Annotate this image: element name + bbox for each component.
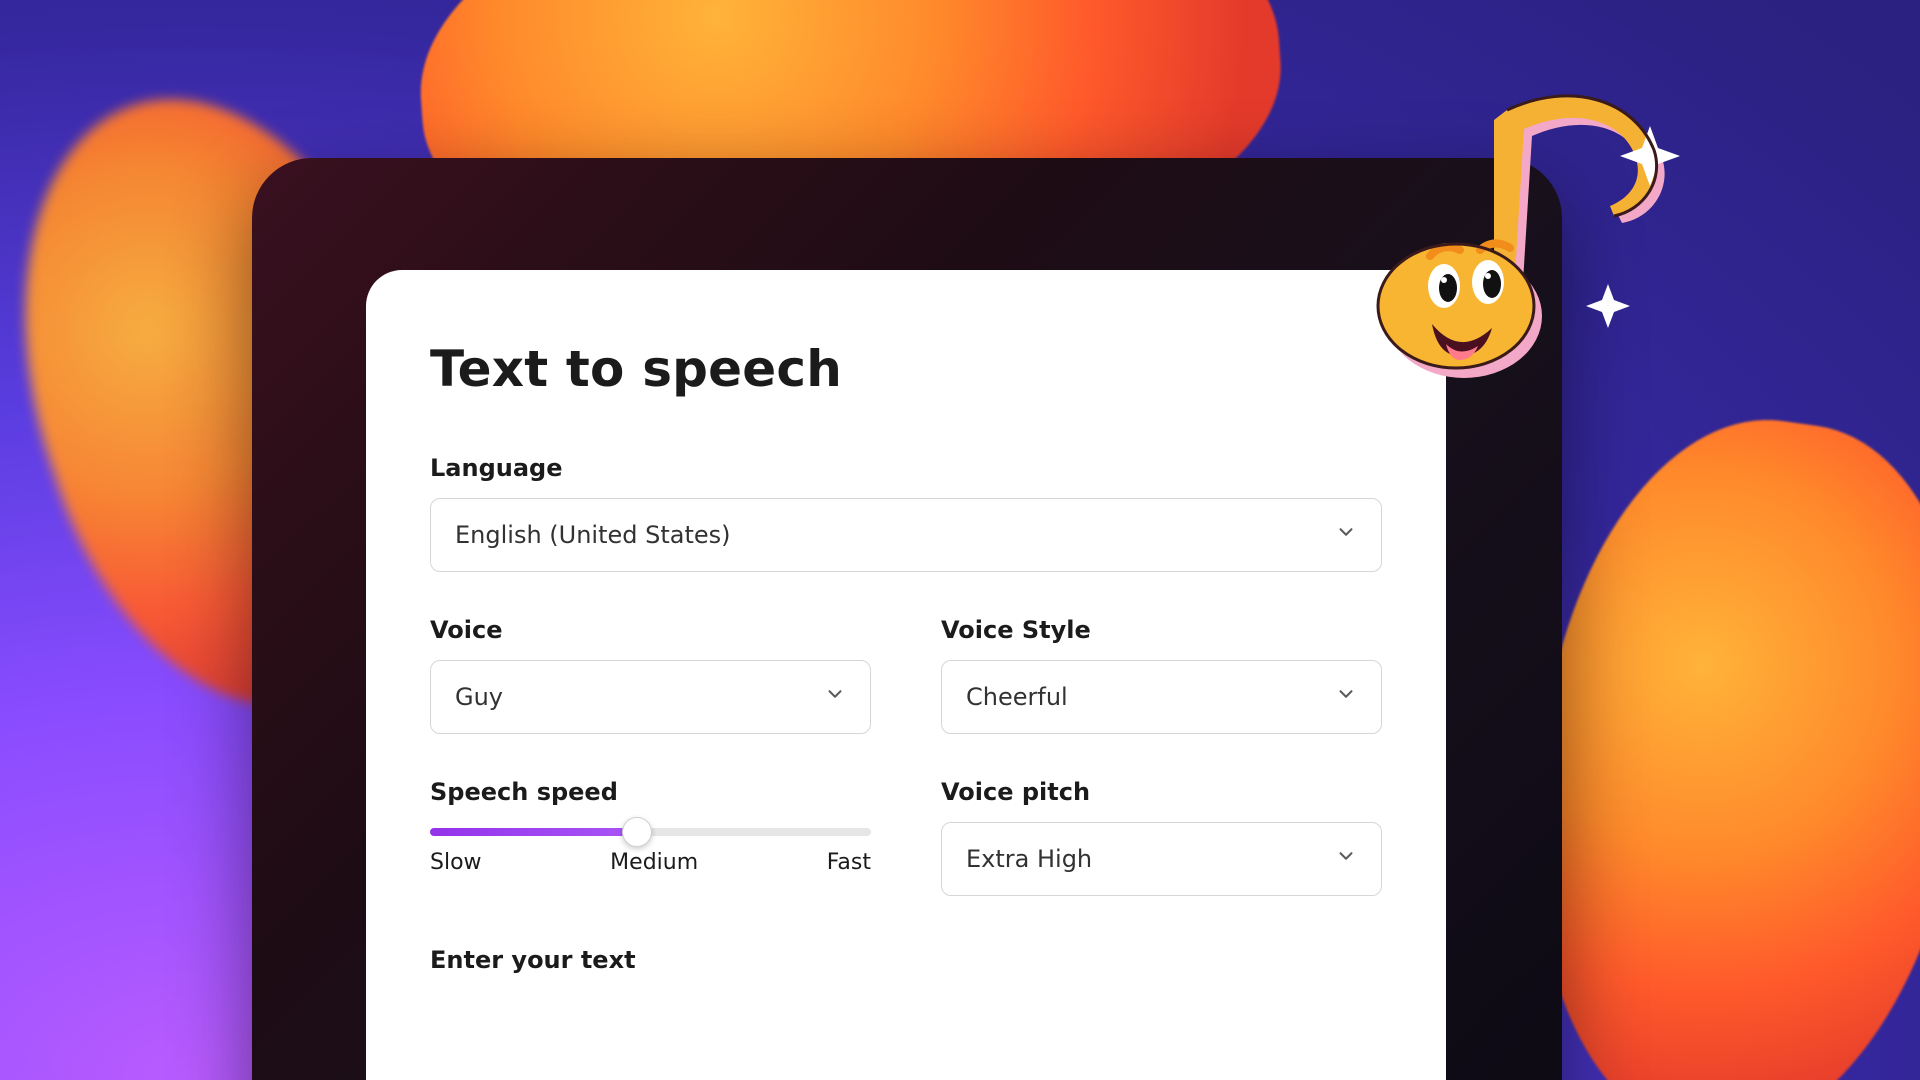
voice-field: Voice Guy (430, 616, 871, 734)
slider-tick-fast: Fast (827, 850, 871, 875)
voice-style-value: Cheerful (966, 683, 1068, 711)
voice-style-select[interactable]: Cheerful (941, 660, 1382, 734)
voice-value: Guy (455, 683, 503, 711)
voice-style-field: Voice Style Cheerful (941, 616, 1382, 734)
slider-tick-slow: Slow (430, 850, 482, 875)
speech-speed-label: Speech speed (430, 778, 871, 806)
voice-style-label: Voice Style (941, 616, 1382, 644)
background-stage: Text to speech Language English (United … (0, 0, 1920, 1080)
page-title: Text to speech (430, 340, 1382, 398)
slider-tick-medium: Medium (610, 850, 698, 875)
chevron-down-icon (1335, 845, 1357, 873)
enter-text-field: Enter your text (430, 946, 1382, 974)
slider-thumb[interactable] (622, 817, 652, 847)
voice-pitch-value: Extra High (966, 845, 1092, 873)
chevron-down-icon (824, 683, 846, 711)
voice-label: Voice (430, 616, 871, 644)
enter-text-label: Enter your text (430, 946, 1382, 974)
device-frame: Text to speech Language English (United … (252, 158, 1562, 1080)
language-field: Language English (United States) (430, 454, 1382, 572)
voice-pitch-select[interactable]: Extra High (941, 822, 1382, 896)
slider-tick-labels: Slow Medium Fast (430, 850, 871, 875)
tts-panel: Text to speech Language English (United … (366, 270, 1446, 1080)
slider-fill (430, 828, 637, 836)
language-select[interactable]: English (United States) (430, 498, 1382, 572)
chevron-down-icon (1335, 521, 1357, 549)
language-label: Language (430, 454, 1382, 482)
voice-pitch-label: Voice pitch (941, 778, 1382, 806)
voice-pitch-field: Voice pitch Extra High (941, 778, 1382, 896)
voice-select[interactable]: Guy (430, 660, 871, 734)
speech-speed-slider[interactable] (430, 828, 871, 836)
speech-speed-field: Speech speed Slow Medium Fast (430, 778, 871, 896)
language-value: English (United States) (455, 521, 731, 549)
chevron-down-icon (1335, 683, 1357, 711)
